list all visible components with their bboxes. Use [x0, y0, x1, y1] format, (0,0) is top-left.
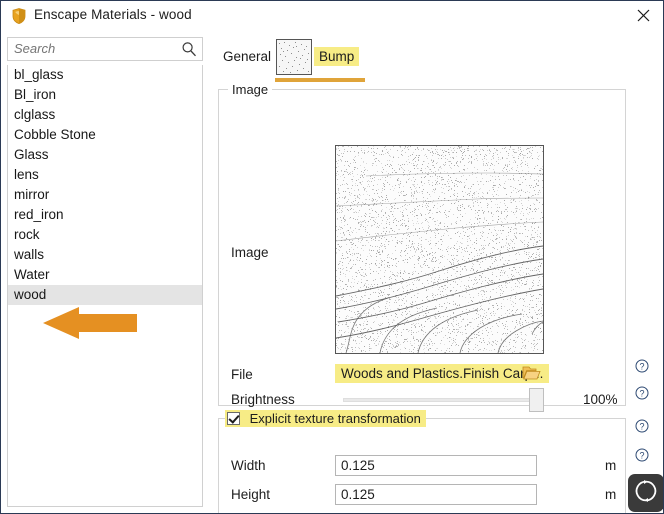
search-icon[interactable] [181, 41, 197, 57]
enscape-shield-icon [10, 7, 28, 25]
title-bar: Enscape Materials - wood [1, 1, 663, 31]
height-label: Height [231, 487, 271, 502]
tab-general[interactable]: General [218, 47, 276, 66]
bump-texture-thumbnail[interactable] [276, 39, 312, 75]
brightness-label: Brightness [231, 392, 295, 407]
brightness-value: 100% [583, 392, 618, 407]
file-value[interactable]: Woods and Plastics.Finish Carp... [335, 364, 550, 383]
material-list[interactable]: bl_glass Bl_iron clglass Cobble Stone Glass l… [7, 65, 203, 507]
help-icon-inverted[interactable]: ? [635, 386, 649, 400]
list-item[interactable]: Bl_iron [8, 85, 202, 105]
list-item[interactable]: walls [8, 245, 202, 265]
window-title: Enscape Materials - wood [34, 7, 192, 22]
tab-bar: General Bump [208, 31, 663, 83]
list-item[interactable]: red_iron [8, 205, 202, 225]
search-input[interactable] [14, 41, 164, 56]
list-item[interactable]: clglass [8, 105, 202, 125]
material-properties-panel: General Bump Image Image File Woods and … [208, 31, 663, 513]
enscape-materials-window: Enscape Materials - wood bl_glassBl_iron… [0, 0, 664, 514]
height-input[interactable] [335, 484, 537, 505]
open-folder-icon[interactable] [522, 364, 541, 381]
wood-grain-bump-preview[interactable] [335, 145, 544, 354]
svg-text:?: ? [639, 388, 644, 398]
help-icon-width[interactable]: ? [635, 448, 649, 462]
refresh-button[interactable] [628, 474, 663, 512]
file-label: File [231, 367, 253, 382]
help-icon-brightness[interactable]: ? [635, 359, 649, 373]
list-item[interactable]: bl_glass [8, 65, 202, 85]
explicit-transformation-label: Explicit texture transformation [249, 411, 421, 426]
svg-text:?: ? [639, 421, 644, 431]
explicit-transformation-title[interactable]: Explicit texture transformation [225, 410, 426, 427]
refresh-circular-arrow-icon [633, 478, 659, 509]
width-label: Width [231, 458, 266, 473]
svg-text:?: ? [639, 450, 644, 460]
active-tab-indicator [275, 78, 365, 82]
brightness-slider-track[interactable] [343, 398, 541, 402]
list-item[interactable]: lens [8, 165, 202, 185]
width-input[interactable] [335, 455, 537, 476]
height-unit: m [605, 487, 617, 502]
checkbox-box-explicit[interactable] [227, 412, 240, 425]
search-box[interactable] [7, 37, 203, 61]
image-group: Image Image File Woods and Plastics.Fini… [218, 82, 626, 435]
list-item[interactable]: Glass [8, 145, 202, 165]
list-item[interactable]: rock [8, 225, 202, 245]
image-row-label: Image [231, 245, 269, 260]
material-list-panel: bl_glassBl_ironclglassCobble StoneGlassl… [1, 31, 208, 513]
width-unit: m [605, 458, 617, 473]
explicit-transformation-checkbox[interactable] [227, 412, 240, 425]
list-item[interactable]: wood [8, 285, 202, 305]
explicit-texture-transformation-group: Explicit texture transformation Width m … [218, 410, 626, 513]
help-icon-explicit-transformation[interactable]: ? [635, 419, 649, 433]
list-item[interactable]: Water [8, 265, 202, 285]
tab-bump[interactable]: Bump [314, 47, 360, 66]
list-item[interactable]: Cobble Stone [8, 125, 202, 145]
close-button[interactable] [623, 1, 663, 30]
close-icon [637, 9, 650, 22]
brightness-slider-handle[interactable] [529, 388, 544, 412]
svg-text:?: ? [639, 361, 644, 371]
list-item[interactable]: mirror [8, 185, 202, 205]
image-group-title: Image [228, 82, 273, 97]
